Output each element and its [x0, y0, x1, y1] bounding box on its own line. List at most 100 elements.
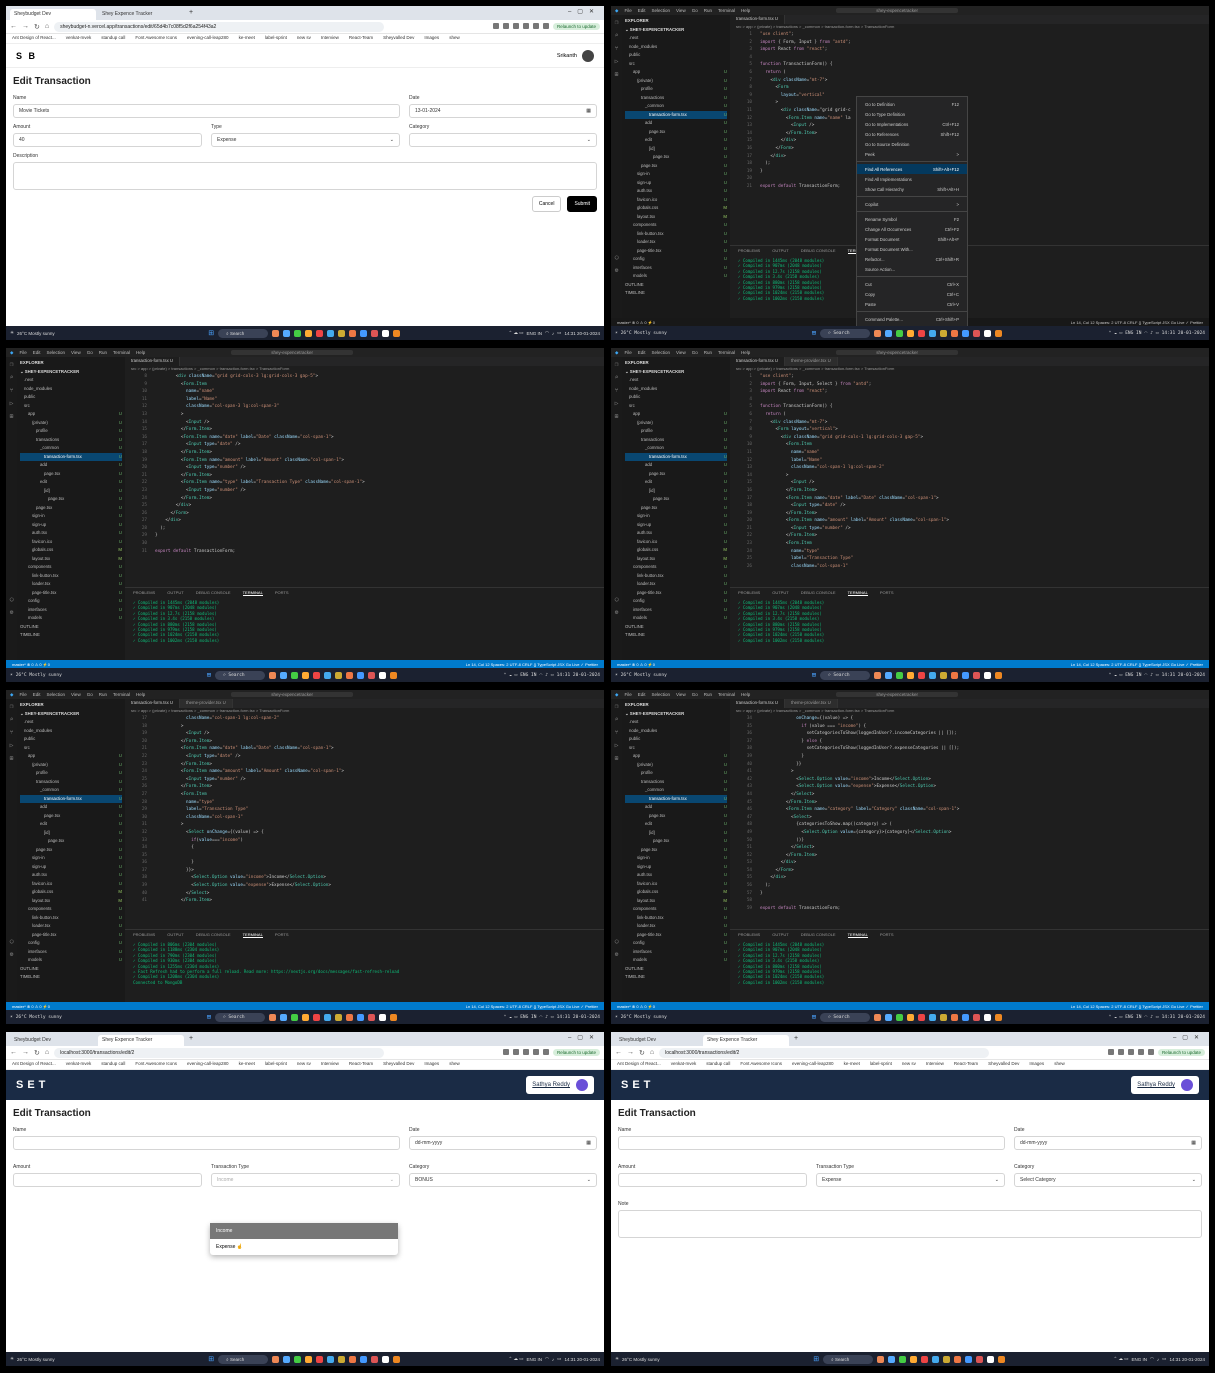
- menu-item[interactable]: Help: [136, 692, 145, 697]
- bookmark-item[interactable]: evening-call-leap280: [792, 1061, 834, 1068]
- context-menu-item[interactable]: Paste Ctrl+V: [857, 299, 967, 309]
- extension-icon[interactable]: [1137, 1049, 1144, 1055]
- app-icon[interactable]: [316, 329, 324, 337]
- tray-icons[interactable]: ⌃ ☁ ▭: [504, 673, 518, 678]
- weather-widget[interactable]: ☀ 26°C Mostly sunny: [615, 1015, 705, 1020]
- explorer-item[interactable]: page.tsx U: [625, 162, 727, 171]
- app-icon[interactable]: [954, 1355, 962, 1363]
- explorer-item[interactable]: link-button.tsx U: [625, 572, 727, 581]
- bookmark-item[interactable]: new sv: [297, 1061, 311, 1068]
- panel-tab[interactable]: PROBLEMS: [133, 932, 155, 938]
- taskbar-search[interactable]: ⌕ Search: [819, 1012, 870, 1022]
- windows-start-icon[interactable]: ⊞: [812, 671, 816, 679]
- editor-tab[interactable]: theme-provider.tsx U: [785, 699, 838, 708]
- menu-item[interactable]: File: [624, 350, 631, 355]
- panel-tab[interactable]: PORTS: [880, 932, 894, 938]
- bookmark-item[interactable]: shew: [449, 35, 460, 42]
- explorer-item[interactable]: components U: [20, 905, 122, 914]
- app-icon[interactable]: [272, 1355, 280, 1363]
- extensions-icon[interactable]: ⊞: [615, 413, 619, 420]
- clock[interactable]: 14:31 20-01-2024: [557, 673, 600, 678]
- terminal-output[interactable]: ✓ Compiled in 1445ms (2048 modules) ✓ Com…: [730, 598, 1209, 645]
- explorer-item[interactable]: edit U: [625, 136, 727, 145]
- category-select[interactable]: BONUS ⌄: [409, 1173, 597, 1187]
- code-line[interactable]: 41 >: [734, 768, 1209, 776]
- code-line[interactable]: 44 </Select>: [734, 791, 1209, 799]
- explorer-item[interactable]: transactions U: [20, 778, 122, 787]
- bookmark-item[interactable]: Interview: [321, 1061, 339, 1068]
- code-line[interactable]: 4: [734, 54, 1209, 62]
- relaunch-button[interactable]: Relaunch to update: [552, 1049, 600, 1056]
- explorer-item[interactable]: [id] U: [625, 145, 727, 154]
- command-center-search[interactable]: shey-expencetracker: [231, 350, 354, 355]
- code-line[interactable]: 27 </div>: [129, 517, 604, 525]
- panel-tab[interactable]: OUTPUT: [167, 590, 183, 596]
- run-debug-icon[interactable]: ▷: [10, 742, 14, 749]
- search-icon[interactable]: ⌕: [615, 374, 619, 381]
- code-line[interactable]: 18 );: [734, 160, 1209, 168]
- explorer-item[interactable]: edit U: [625, 478, 727, 487]
- app-icon[interactable]: [928, 671, 936, 679]
- code-line[interactable]: 21 export default TransactionForm;: [734, 183, 1209, 191]
- code-line[interactable]: 1 "use client";: [734, 373, 1209, 381]
- app-icon[interactable]: [323, 671, 331, 679]
- app-icon[interactable]: [877, 1355, 885, 1363]
- code-line[interactable]: 21 <Form.Item name="date" label="Date" c…: [129, 745, 604, 753]
- project-root[interactable]: ⌄ SHEY-EXPENCETRACKER: [625, 710, 727, 719]
- extension-icon[interactable]: [522, 1049, 529, 1055]
- code-line[interactable]: 52 </Form.Item>: [734, 852, 1209, 860]
- extension-icon[interactable]: [1147, 1049, 1154, 1055]
- dropdown-option-income[interactable]: Income: [210, 1223, 398, 1239]
- code-line[interactable]: 23 <Form.Item: [734, 540, 1209, 548]
- window-controls[interactable]: –▢✕: [568, 8, 600, 15]
- app-icon[interactable]: [272, 329, 280, 337]
- context-menu-item[interactable]: Change All Occurrences Ctrl+F2: [857, 224, 967, 234]
- account-icon[interactable]: ◯: [615, 596, 619, 603]
- app-icon[interactable]: [312, 1013, 320, 1021]
- app-icon[interactable]: [950, 329, 958, 337]
- app-icon[interactable]: [895, 671, 903, 679]
- menu-item[interactable]: Edit: [33, 692, 41, 697]
- code-line[interactable]: 56 );: [734, 882, 1209, 890]
- wifi-icon[interactable]: ◠: [545, 1356, 549, 1362]
- code-line[interactable]: 18 </Form.Item>: [129, 449, 604, 457]
- menu-item[interactable]: Help: [741, 8, 750, 13]
- app-icon[interactable]: [393, 329, 401, 337]
- user-menu[interactable]: Srikanth: [557, 49, 594, 62]
- type-select[interactable]: Expense ⌄: [211, 133, 400, 147]
- explorer-item[interactable]: src: [20, 744, 122, 753]
- menu-item[interactable]: Help: [741, 350, 750, 355]
- bookmark-item[interactable]: Ant Design of React...: [12, 35, 56, 42]
- code-editor[interactable]: transaction-form.tsx Utheme-provider.tsx…: [125, 699, 604, 929]
- explorer-item[interactable]: interfaces U: [625, 264, 727, 273]
- code-line[interactable]: 59 export default TransactionForm;: [734, 905, 1209, 913]
- code-line[interactable]: 51 </Select>: [734, 844, 1209, 852]
- code-line[interactable]: 28 name="type": [129, 799, 604, 807]
- panel-tab[interactable]: TERMINAL: [242, 932, 263, 938]
- explorer-item[interactable]: models U: [20, 614, 122, 623]
- battery-icon[interactable]: ▭: [1156, 331, 1159, 336]
- volume-icon[interactable]: ♪: [1150, 331, 1153, 336]
- app-icon[interactable]: [389, 671, 397, 679]
- explorer-item[interactable]: profile U: [20, 769, 122, 778]
- wifi-icon[interactable]: ◠: [545, 330, 549, 336]
- gear-icon[interactable]: ⚙: [615, 951, 619, 958]
- explorer-item[interactable]: auth.tsx U: [625, 529, 727, 538]
- terminal-output[interactable]: ✓ Compiled in 1445ms (2048 modules) ✓ Com…: [730, 256, 1209, 303]
- tray-icons[interactable]: ⌃ ☁ ▭: [1109, 1015, 1123, 1020]
- breadcrumb[interactable]: src > app > (private) > transactions > _…: [730, 708, 1209, 715]
- explorer-item[interactable]: profile U: [20, 427, 122, 436]
- explorer-item[interactable]: app U: [20, 410, 122, 419]
- app-icon[interactable]: [360, 329, 368, 337]
- explorer-item[interactable]: (private) U: [625, 419, 727, 428]
- dropdown-option-expense[interactable]: Expense ☝: [210, 1239, 398, 1255]
- app-icon[interactable]: [961, 671, 969, 679]
- explorer-item[interactable]: transaction-form.tsx U: [20, 794, 122, 803]
- explorer-item[interactable]: page.tsx U: [625, 846, 727, 855]
- explorer-item[interactable]: TIMELINE: [625, 973, 727, 982]
- bookmark-item[interactable]: Sheyvalled Dev: [383, 35, 414, 42]
- window-controls[interactable]: –▢✕: [568, 1034, 600, 1041]
- app-icon[interactable]: [906, 671, 914, 679]
- code-line[interactable]: 24 </Form.Item>: [129, 495, 604, 503]
- code-line[interactable]: 6 return (: [734, 411, 1209, 419]
